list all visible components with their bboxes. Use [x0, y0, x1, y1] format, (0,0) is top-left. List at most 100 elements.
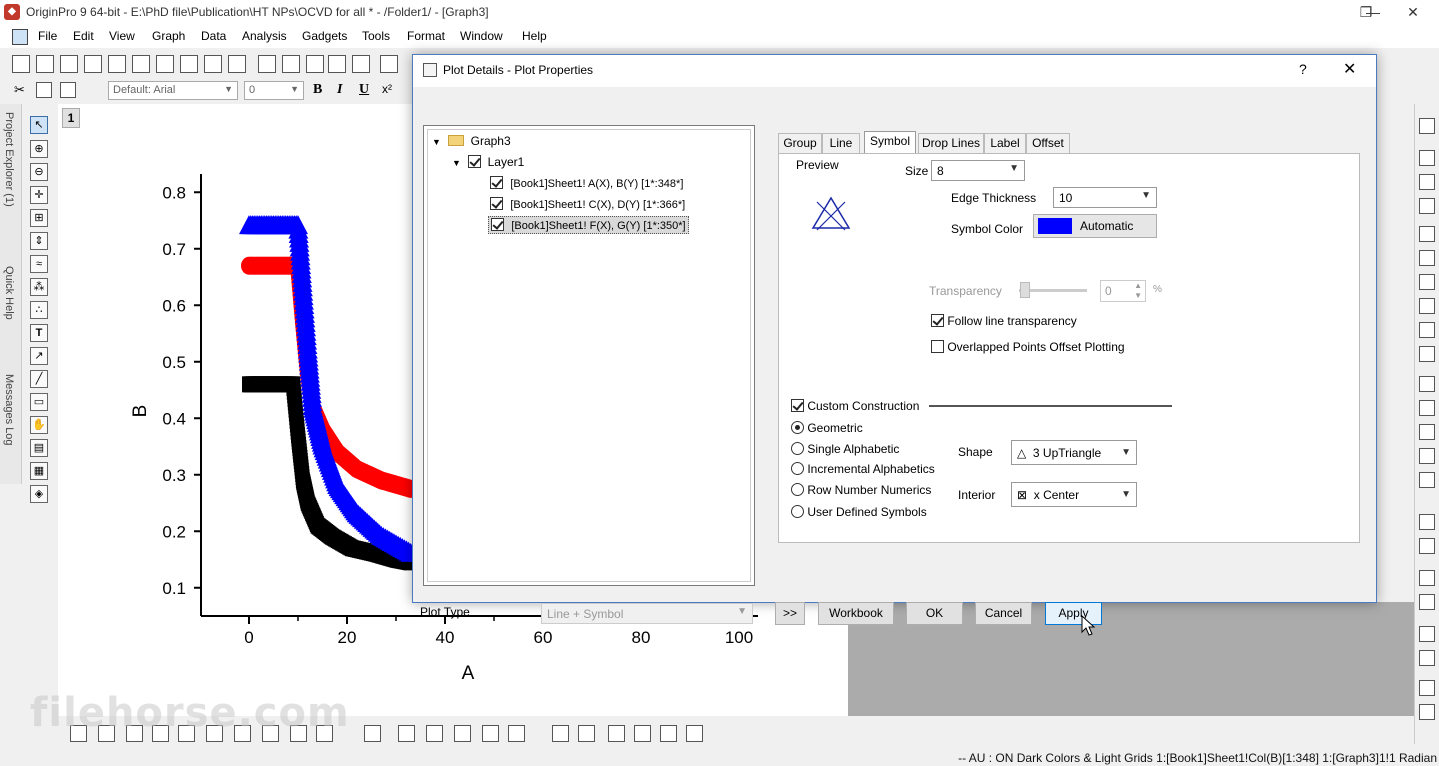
font-size-combo[interactable]: 0 ▼: [244, 81, 304, 100]
shape-combo[interactable]: △ 3 UpTriangle ▼: [1011, 440, 1137, 465]
interior-combo[interactable]: ⊠ x Center ▼: [1011, 482, 1137, 507]
underline-button[interactable]: U: [359, 82, 369, 98]
radio-user-defined-symbols[interactable]: User Defined Symbols: [791, 505, 927, 519]
bold-button[interactable]: B: [313, 82, 322, 98]
plot-checkbox[interactable]: [490, 176, 503, 189]
radio-geometric[interactable]: Geometric: [791, 421, 863, 435]
tab-group[interactable]: Group: [778, 133, 822, 154]
align-center-icon[interactable]: [1419, 538, 1435, 554]
plot-checkbox[interactable]: [490, 197, 503, 210]
stack-icon[interactable]: [608, 725, 625, 742]
menu-edit[interactable]: Edit: [73, 29, 94, 43]
transparency-spin[interactable]: 0 ▲ ▼: [1100, 280, 1146, 302]
layer-icon[interactable]: [1419, 118, 1435, 134]
new-workbook-icon[interactable]: [60, 55, 78, 73]
menu-data[interactable]: Data: [201, 29, 226, 43]
rescale-icon[interactable]: ≈: [30, 255, 48, 273]
size-combo[interactable]: 8 ▼: [931, 160, 1025, 181]
tree-node-graph3[interactable]: ▼ Graph3: [432, 134, 511, 148]
import-icon[interactable]: [380, 55, 398, 73]
close-window-button[interactable]: ✕: [1390, 0, 1436, 26]
overlapped-points[interactable]: Overlapped Points Offset Plotting: [931, 340, 1125, 354]
symbol-color-button[interactable]: Automatic: [1033, 214, 1157, 238]
collapse-icon[interactable]: ▼: [452, 158, 461, 168]
same-height-icon[interactable]: [1419, 704, 1435, 720]
quick-help-tab[interactable]: Quick Help: [3, 266, 15, 320]
collapse-icon[interactable]: ▼: [432, 137, 441, 147]
clock-icon[interactable]: [1419, 448, 1435, 464]
grid-icon[interactable]: [1419, 322, 1435, 338]
radio-row-number-numerics[interactable]: Row Number Numerics: [791, 483, 931, 497]
list-icon[interactable]: [1419, 376, 1435, 392]
cut-icon[interactable]: ✂: [14, 82, 28, 98]
restore-button[interactable]: ❐: [1343, 0, 1389, 26]
panel-icon[interactable]: [634, 725, 651, 742]
axes-right-icon[interactable]: [1419, 274, 1435, 290]
italic-button[interactable]: I: [337, 82, 342, 98]
tree-node-layer1[interactable]: ▼ Layer1: [452, 155, 524, 169]
tree-node-plot-selected[interactable]: [Book1]Sheet1! F(X), G(Y) [1*:350*]: [488, 216, 689, 234]
menu-format[interactable]: Format: [407, 29, 445, 43]
follow-line-transparency[interactable]: Follow line transparency: [931, 314, 1077, 328]
table-icon[interactable]: [1419, 400, 1435, 416]
plot-tree[interactable]: ▼ Graph3 ▼ Layer1 [Book1]Sheet1! A(X), B…: [423, 125, 755, 586]
contour-icon[interactable]: [454, 725, 471, 742]
calculator-icon[interactable]: [1419, 424, 1435, 440]
menu-tools[interactable]: Tools: [362, 29, 390, 43]
insert-table-icon[interactable]: ▦: [30, 462, 48, 480]
align-left-icon[interactable]: [1419, 514, 1435, 530]
tree-node-plot[interactable]: [Book1]Sheet1! C(X), D(Y) [1*:366*]: [490, 197, 685, 211]
distribute-v-icon[interactable]: [1419, 650, 1435, 666]
multi-layer-icon[interactable]: [578, 725, 595, 742]
open-excel-icon[interactable]: [306, 55, 324, 73]
font-combo[interactable]: Default: Arial ▼: [108, 81, 238, 100]
pointer-icon[interactable]: ↖: [30, 116, 48, 134]
tree-node-plot[interactable]: [Book1]Sheet1! A(X), B(Y) [1*:348*]: [490, 176, 683, 190]
new-project-icon[interactable]: [12, 55, 30, 73]
mask-icon[interactable]: ⁂: [30, 278, 48, 296]
plot-checkbox[interactable]: [491, 218, 504, 231]
layer-checkbox[interactable]: [468, 155, 482, 168]
page-number-tab[interactable]: 1: [62, 108, 80, 128]
line-tool-icon[interactable]: ╱: [30, 370, 48, 388]
save-icon[interactable]: [328, 55, 346, 73]
menu-graph[interactable]: Graph: [152, 29, 185, 43]
open-template-icon[interactable]: [282, 55, 300, 73]
custom-construction[interactable]: Custom Construction: [791, 399, 919, 413]
dialog-close-button[interactable]: ✕: [1343, 59, 1356, 79]
align-top-icon[interactable]: [1419, 570, 1435, 586]
tab-line[interactable]: Line: [822, 133, 860, 154]
menu-analysis[interactable]: Analysis: [242, 29, 287, 43]
screen-reader-icon[interactable]: ✛: [30, 186, 48, 204]
3d-surface-icon[interactable]: [364, 725, 381, 742]
tab-label[interactable]: Label: [984, 133, 1026, 154]
double-y-icon[interactable]: [660, 725, 677, 742]
arrow-tool-icon[interactable]: ↗: [30, 347, 48, 365]
same-width-icon[interactable]: [1419, 680, 1435, 696]
overlapped-checkbox[interactable]: [931, 340, 944, 353]
tab-drop-lines[interactable]: Drop Lines: [918, 133, 984, 154]
radio-incremental-alphabetics[interactable]: Incremental Alphabetics: [791, 462, 935, 476]
menu-help[interactable]: Help: [522, 29, 547, 43]
new-excel-icon[interactable]: [84, 55, 102, 73]
new-template-icon[interactable]: [228, 55, 246, 73]
axes-box-icon[interactable]: [1419, 298, 1435, 314]
ok-button[interactable]: OK: [906, 602, 963, 625]
new-layout-icon[interactable]: [180, 55, 198, 73]
new-graph-icon[interactable]: [108, 55, 126, 73]
hand-tool-icon[interactable]: ✋: [30, 416, 48, 434]
new-matrix-icon[interactable]: [132, 55, 150, 73]
plot-type-combo[interactable]: Line + Symbol ▼: [541, 603, 753, 624]
custom-construction-checkbox[interactable]: [791, 399, 804, 412]
tab-offset[interactable]: Offset: [1026, 133, 1070, 154]
text-tool-icon[interactable]: T: [30, 324, 48, 342]
axes-top-icon[interactable]: [1419, 250, 1435, 266]
data-reader-icon[interactable]: ⇕: [30, 232, 48, 250]
open-icon[interactable]: [258, 55, 276, 73]
transparency-slider-thumb[interactable]: [1020, 282, 1030, 298]
project-explorer-tab[interactable]: Project Explorer (1): [3, 112, 15, 207]
superscript-icon[interactable]: x²: [382, 82, 392, 96]
image-plot-icon[interactable]: [482, 725, 499, 742]
new-notes-icon[interactable]: [204, 55, 222, 73]
3d-bars-icon[interactable]: [426, 725, 443, 742]
